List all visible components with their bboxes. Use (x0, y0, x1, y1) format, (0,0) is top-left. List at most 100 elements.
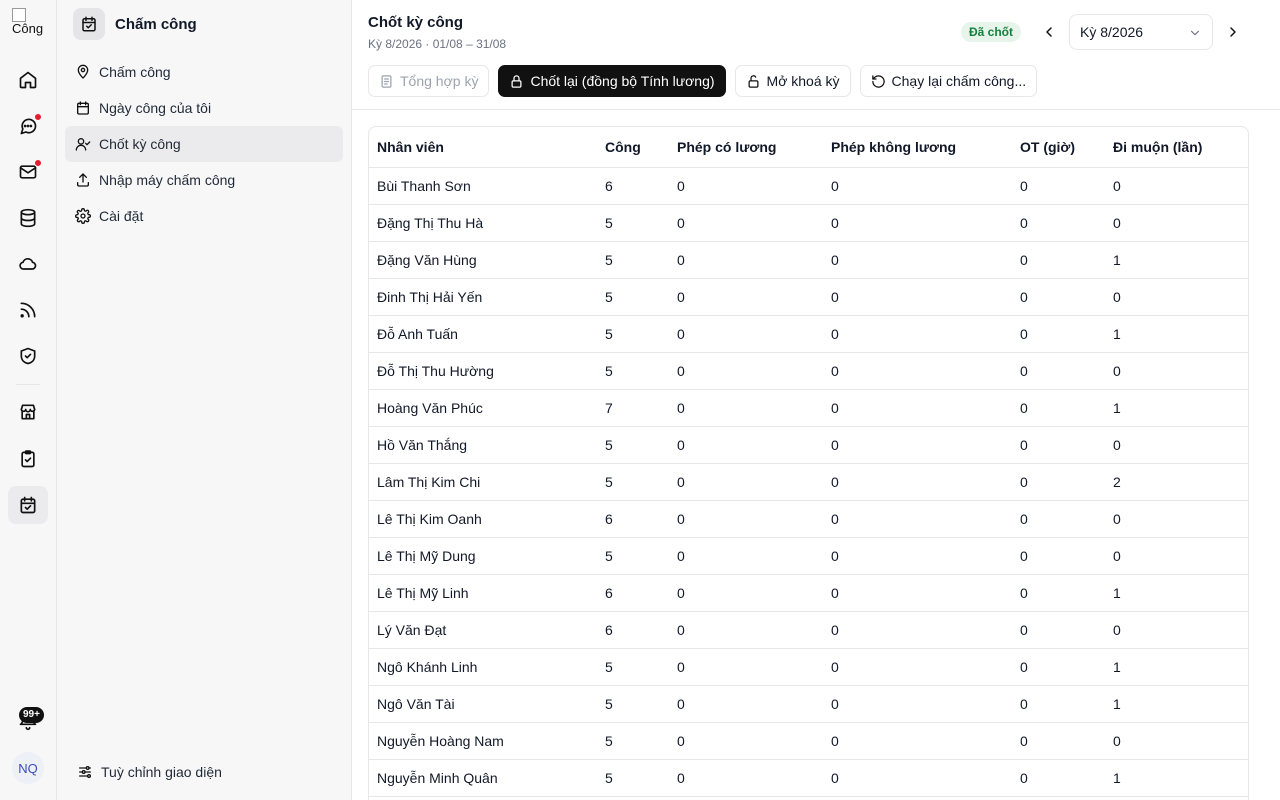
sidebar-item-label: Chấm công (99, 64, 171, 80)
table-cell: 1 (1105, 241, 1248, 279)
table-cell: 0 (823, 352, 1012, 390)
attendance-table: Nhân viên Công Phép có lương Phép không … (368, 126, 1249, 800)
period-select-value: Kỳ 8/2026 (1080, 24, 1144, 40)
table-header-row: Nhân viên Công Phép có lương Phép không … (369, 127, 1248, 168)
table-row[interactable]: Nguyễn Minh Quân 5 0 0 0 1 (369, 759, 1248, 797)
table-cell: 0 (823, 537, 1012, 575)
cloud-icon[interactable] (8, 245, 48, 283)
sidebar-item-chot-ky-cong[interactable]: Chốt kỳ công (65, 126, 343, 162)
calendar-check-icon[interactable] (8, 486, 48, 524)
table-cell: 0 (823, 500, 1012, 538)
unlock-period-button[interactable]: Mở khoá kỳ (734, 65, 851, 97)
employee-name-cell: Đỗ Thị Thu Hường (369, 352, 597, 390)
column-header[interactable]: Phép có lương (669, 127, 823, 168)
chat-icon[interactable] (8, 107, 48, 145)
upload-icon (77, 173, 89, 187)
summarize-period-button[interactable]: Tổng hợp kỳ (368, 65, 490, 97)
table-row[interactable]: Lâm Thị Kim Chi 5 0 0 0 2 (369, 463, 1248, 501)
sidebar-item-cai-dat[interactable]: Cài đặt (65, 198, 343, 234)
table-row[interactable]: Đặng Thị Thu Hà 5 0 0 0 0 (369, 204, 1248, 242)
table-cell: 5 (597, 204, 669, 242)
feed-icon[interactable] (8, 291, 48, 329)
table-row[interactable]: Đỗ Anh Tuấn 5 0 0 0 1 (369, 315, 1248, 353)
sidebar-title: Chấm công (115, 15, 197, 33)
sidebar-item-ngay-cong[interactable]: Ngày công của tôi (65, 90, 343, 126)
table-cell: 5 (597, 463, 669, 501)
clipboard-icon[interactable] (8, 440, 48, 478)
table-cell: 0 (1105, 722, 1248, 760)
avatar[interactable]: NQ (12, 752, 44, 784)
column-header[interactable]: Phép không lương (823, 127, 1012, 168)
lock-icon (511, 74, 522, 88)
table-cell: 0 (823, 648, 1012, 686)
table-row[interactable]: Đặng Văn Hùng 5 0 0 0 1 (369, 241, 1248, 279)
summarize-label: Tổng hợp kỳ (400, 73, 479, 89)
rerun-attendance-button[interactable]: Chạy lại chấm công... (859, 65, 1038, 97)
table-cell: 6 (597, 611, 669, 649)
chevron-right-icon[interactable] (1221, 20, 1245, 44)
table-cell: 5 (597, 759, 669, 797)
table-cell: 0 (823, 574, 1012, 612)
store-icon[interactable] (8, 393, 48, 431)
shield-icon[interactable] (8, 337, 48, 375)
toolbar: Tổng hợp kỳ Chốt lại (đồng bộ Tính lương… (368, 65, 1038, 97)
table-row[interactable]: Lê Thị Mỹ Dung 5 0 0 0 0 (369, 537, 1248, 575)
customize-ui-label: Tuỳ chỉnh giao diện (101, 764, 222, 780)
table-cell: 1 (1105, 574, 1248, 612)
table-cell: 0 (823, 722, 1012, 760)
employee-name-cell: Đỗ Anh Tuấn (369, 315, 597, 353)
table-cell: 0 (1012, 278, 1105, 316)
table-row[interactable]: Lê Thị Kim Oanh 6 0 0 0 0 (369, 500, 1248, 538)
sidebar-item-label: Cài đặt (99, 208, 144, 224)
table-row[interactable]: Đinh Thị Hải Yến 5 0 0 0 0 (369, 278, 1248, 316)
mail-icon[interactable] (8, 153, 48, 191)
table-cell: 0 (1012, 167, 1105, 205)
column-header[interactable]: Đi muộn (lần) (1105, 127, 1248, 168)
gear-icon (75, 208, 91, 224)
period-select[interactable]: Kỳ 8/2026 (1069, 14, 1213, 50)
column-header[interactable]: OT (giờ) (1012, 127, 1105, 168)
table-row[interactable]: Hoàng Văn Phúc 7 0 0 0 1 (369, 389, 1248, 427)
employee-name-cell: Nguyễn Minh Quân (369, 759, 597, 797)
chevron-left-icon[interactable] (1037, 20, 1061, 44)
column-header[interactable]: Nhân viên (369, 127, 597, 168)
table-row[interactable]: Ngô Khánh Linh 5 0 0 0 1 (369, 648, 1248, 686)
employee-name-cell: Hồ Văn Thắng (369, 426, 597, 464)
employee-name-cell: Bùi Thanh Sơn (369, 167, 597, 205)
calendar-icon (77, 101, 89, 115)
unlock-icon (748, 74, 759, 88)
table-row[interactable]: Đỗ Thị Thu Hường 5 0 0 0 0 (369, 352, 1248, 390)
logo[interactable]: Công (12, 8, 44, 40)
table-row[interactable]: Bùi Thanh Sơn 6 0 0 0 0 (369, 167, 1248, 205)
table-cell: 0 (669, 648, 823, 686)
notification-count-badge: 99+ (19, 707, 44, 723)
home-icon[interactable] (8, 61, 48, 99)
table-row[interactable]: Lý Văn Đạt 6 0 0 0 0 (369, 611, 1248, 649)
table-cell: 0 (1105, 167, 1248, 205)
customize-ui-button[interactable]: Tuỳ chỉnh giao diện (77, 764, 222, 780)
table-cell: 0 (823, 278, 1012, 316)
table-body: Bùi Thanh Sơn 6 0 0 0 0 Đặng Thị Thu Hà 5 0 0 0 0 Đặ… (369, 167, 1248, 797)
employee-name-cell: Đặng Văn Hùng (369, 241, 597, 279)
table-cell: 0 (669, 685, 823, 723)
unread-dot (34, 159, 42, 167)
table-cell: 0 (1012, 574, 1105, 612)
table-cell: 0 (1105, 537, 1248, 575)
employee-name-cell: Lý Văn Đạt (369, 611, 597, 649)
employee-name-cell: Nguyễn Hoàng Nam (369, 722, 597, 760)
table-cell: 0 (669, 722, 823, 760)
table-cell: 0 (1012, 315, 1105, 353)
table-cell: 0 (1105, 352, 1248, 390)
table-cell: 5 (597, 537, 669, 575)
table-cell: 0 (669, 167, 823, 205)
table-row[interactable]: Ngô Văn Tài 5 0 0 0 1 (369, 685, 1248, 723)
table-cell: 5 (597, 278, 669, 316)
table-row[interactable]: Nguyễn Hoàng Nam 5 0 0 0 0 (369, 722, 1248, 760)
database-icon[interactable] (8, 199, 48, 237)
table-row[interactable]: Lê Thị Mỹ Linh 6 0 0 0 1 (369, 574, 1248, 612)
table-row[interactable]: Hồ Văn Thắng 5 0 0 0 0 (369, 426, 1248, 464)
column-header[interactable]: Công (597, 127, 669, 168)
sidebar-item-nhap-may[interactable]: Nhập máy chấm công (65, 162, 343, 198)
sidebar-item-cham-cong[interactable]: Chấm công (65, 54, 343, 90)
relock-sync-payroll-button[interactable]: Chốt lại (đồng bộ Tính lương) (498, 65, 726, 97)
